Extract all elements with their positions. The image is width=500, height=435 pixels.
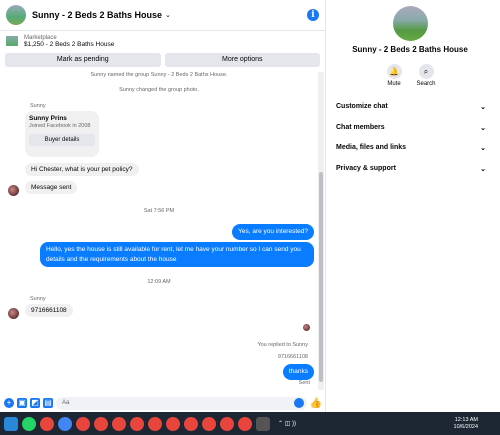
stats-icon[interactable]	[256, 416, 270, 431]
outgoing-bubble[interactable]: Hello, yes the house is still available …	[40, 242, 314, 267]
avatar[interactable]	[8, 308, 19, 319]
more-options-button[interactable]: More options	[164, 53, 320, 67]
browser-icon[interactable]	[184, 416, 198, 431]
sender-name: Sunny	[30, 103, 46, 109]
listing-actions: Mark as pending More options	[0, 51, 325, 69]
browser-icon[interactable]	[238, 416, 252, 431]
reply-indicator: You replied to Sunny	[257, 342, 308, 348]
chevron-down-icon: ⌄	[480, 166, 486, 173]
info-pane: Sunny - 2 Beds 2 Baths House 🔔 Mute ⌕ Se…	[327, 0, 500, 412]
message-input[interactable]: Aa	[56, 396, 307, 410]
start-icon[interactable]	[4, 416, 18, 431]
chevron-down-icon: ⌄	[480, 104, 486, 111]
like-icon[interactable]: 👍	[310, 398, 322, 409]
tray-icons[interactable]: ⌃ ◫ ))	[278, 420, 296, 427]
chevron-down-icon[interactable]: ⌄	[165, 11, 171, 19]
listing-thumbnail	[6, 36, 18, 46]
emoji-icon[interactable]	[293, 398, 304, 408]
outgoing-bubble[interactable]: Yes, are you interested?	[232, 224, 314, 240]
browser-icon[interactable]	[148, 416, 162, 431]
browser-icon[interactable]	[58, 416, 72, 431]
timestamp: 12:09 AM	[147, 279, 171, 285]
quoted-message[interactable]: 9716661108	[0, 354, 318, 360]
section-customize-chat[interactable]: Customize chat ⌄	[336, 103, 486, 111]
browser-icon[interactable]	[76, 416, 90, 431]
browser-icon[interactable]	[112, 416, 126, 431]
chat-pane: Sunny - 2 Beds 2 Baths House ⌄ i Marketp…	[0, 0, 326, 412]
search-button[interactable]: ⌕ Search	[411, 64, 441, 87]
whatsapp-icon[interactable]	[22, 416, 36, 431]
image-icon[interactable]: ▣	[17, 398, 27, 408]
read-receipt-avatar	[303, 324, 310, 331]
message-status: Sent	[298, 380, 310, 386]
mute-label: Mute	[387, 81, 401, 87]
section-label: Privacy & support	[336, 165, 396, 172]
sticker-icon[interactable]: ◩	[30, 398, 40, 408]
taskbar-clock[interactable]: 12:13 AM 10/6/2024	[454, 417, 478, 431]
mark-pending-button[interactable]: Mark as pending	[5, 53, 161, 67]
scroll-thumb[interactable]	[319, 172, 323, 382]
search-label: Search	[416, 81, 436, 87]
chat-header: Sunny - 2 Beds 2 Baths House ⌄ i	[0, 0, 325, 31]
gif-icon[interactable]: ▤	[43, 398, 53, 408]
browser-icon[interactable]	[94, 416, 108, 431]
buyer-name: Sunny Prins	[29, 115, 67, 122]
browser-icon[interactable]	[220, 416, 234, 431]
info-icon[interactable]: i	[307, 9, 319, 21]
message-list: Sunny named the group Sunny - 2 Beds 2 B…	[0, 72, 318, 390]
taskbar: ⌃ ◫ )) 12:13 AM 10/6/2024	[0, 412, 500, 435]
system-message: Sunny changed the group photo.	[119, 87, 199, 93]
section-media-files-links[interactable]: Media, files and links ⌄	[336, 144, 486, 152]
composer: + ▣ ◩ ▤ Aa 👍	[0, 394, 326, 412]
buyer-details-button[interactable]: Buyer details	[29, 134, 95, 146]
timestamp: Sat 7:56 PM	[143, 208, 175, 214]
section-privacy-support[interactable]: Privacy & support ⌄	[336, 165, 486, 173]
plus-icon[interactable]: +	[4, 398, 14, 408]
message-placeholder: Aa	[62, 399, 70, 406]
clock-date: 10/6/2024	[453, 423, 478, 430]
avatar[interactable]	[8, 185, 19, 196]
search-icon: ⌕	[418, 64, 434, 79]
scrollbar[interactable]	[318, 72, 324, 390]
buyer-card: Sunny Prins Joined Facebook in 2008 Buye…	[25, 111, 99, 157]
browser-icon[interactable]	[202, 416, 216, 431]
message-bubble[interactable]: Hi Chester, what is your pet policy?	[25, 163, 139, 176]
system-message: Sunny named the group Sunny - 2 Beds 2 B…	[90, 72, 228, 78]
message-bubble[interactable]: 9716661108	[25, 304, 73, 317]
info-title: Sunny - 2 Beds 2 Baths House	[352, 45, 468, 54]
browser-icon[interactable]	[130, 416, 144, 431]
chevron-down-icon: ⌄	[480, 125, 486, 132]
outgoing-bubble[interactable]: thanks	[282, 364, 314, 380]
listing-name: $1,250 - 2 Beds 2 Baths House	[24, 40, 115, 48]
mute-button[interactable]: 🔔 Mute	[379, 64, 409, 87]
section-label: Chat members	[336, 124, 385, 131]
sender-name: Sunny	[30, 296, 46, 302]
section-label: Media, files and links	[336, 144, 407, 151]
group-photo[interactable]	[393, 6, 428, 41]
clock-time: 12:13 AM	[454, 416, 478, 423]
bell-icon: 🔔	[386, 64, 402, 79]
browser-icon[interactable]	[40, 416, 54, 431]
chat-title[interactable]: Sunny - 2 Beds 2 Baths House	[32, 10, 162, 20]
section-chat-members[interactable]: Chat members ⌄	[336, 124, 486, 132]
browser-icon[interactable]	[166, 416, 180, 431]
section-label: Customize chat	[336, 103, 388, 110]
buyer-joined: Joined Facebook in 2008	[29, 123, 91, 129]
group-avatar[interactable]	[6, 5, 26, 25]
chevron-down-icon: ⌄	[480, 145, 486, 152]
message-bubble[interactable]: Message sent	[25, 181, 78, 194]
listing-summary[interactable]: Marketplace $1,250 - 2 Beds 2 Baths Hous…	[0, 31, 325, 51]
